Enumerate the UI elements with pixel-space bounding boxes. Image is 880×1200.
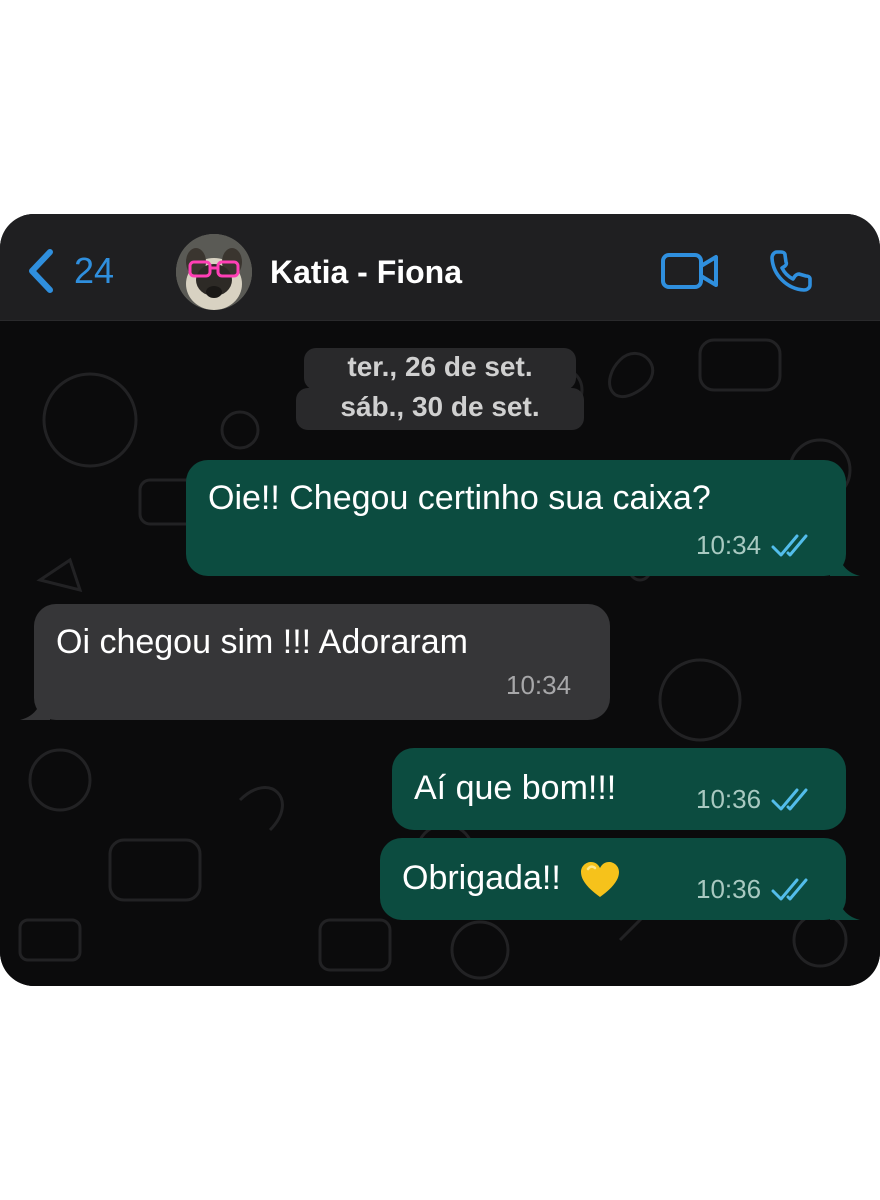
bubble-tail	[830, 890, 860, 920]
message-meta: 10:34	[696, 530, 811, 561]
message-time: 10:34	[696, 530, 762, 560]
message-bubble-outgoing[interactable]: Obrigada!! 10:36	[380, 838, 860, 920]
message-text: Oie!! Chegou certinho sua caixa?	[208, 479, 711, 517]
chat-window: 24 Katia - Fiona ter., 26 de set. sáb., …	[0, 214, 880, 986]
message-text: Oi chegou sim !!! Adoraram	[56, 623, 468, 661]
message-meta: 10:34	[506, 670, 571, 701]
video-camera-icon	[661, 253, 718, 289]
message-bubble-outgoing[interactable]: Aí que bom!!! 10:36	[392, 748, 846, 830]
message-text: Aí que bom!!!	[414, 769, 617, 807]
message-bubble-incoming[interactable]: Oi chegou sim !!! Adoraram 10:34	[20, 604, 610, 720]
contact-name[interactable]: Katia - Fiona	[270, 252, 462, 292]
message-bubble-outgoing[interactable]: Oie!! Chegou certinho sua caixa? 10:34	[186, 460, 860, 576]
message-time: 10:36	[696, 784, 762, 814]
chevron-left-icon	[29, 249, 53, 293]
message-time: 10:36	[696, 874, 762, 904]
message-text: Obrigada!!	[402, 858, 620, 899]
bubble-tail	[830, 546, 860, 576]
phone-icon	[770, 250, 812, 292]
unread-count: 24	[74, 250, 115, 291]
chat-header: 24 Katia - Fiona	[0, 214, 880, 321]
dog-photo	[176, 234, 252, 310]
message-text-content: Obrigada!!	[402, 859, 561, 897]
double-check-icon	[771, 534, 808, 556]
message-time: 10:34	[506, 670, 572, 700]
message-meta: 10:36	[696, 784, 811, 815]
voice-call-button[interactable]	[768, 248, 814, 299]
date-separator: ter., 26 de set.	[304, 348, 576, 390]
double-check-icon	[771, 788, 808, 810]
bubble-tail	[20, 690, 50, 720]
message-meta: 10:36	[696, 874, 811, 905]
date-separator: sáb., 30 de set.	[296, 388, 584, 430]
double-check-icon	[771, 878, 808, 900]
back-button[interactable]: 24	[26, 248, 114, 294]
video-call-button[interactable]	[660, 250, 720, 297]
avatar[interactable]	[176, 234, 252, 310]
yellow-heart-icon	[581, 862, 620, 898]
